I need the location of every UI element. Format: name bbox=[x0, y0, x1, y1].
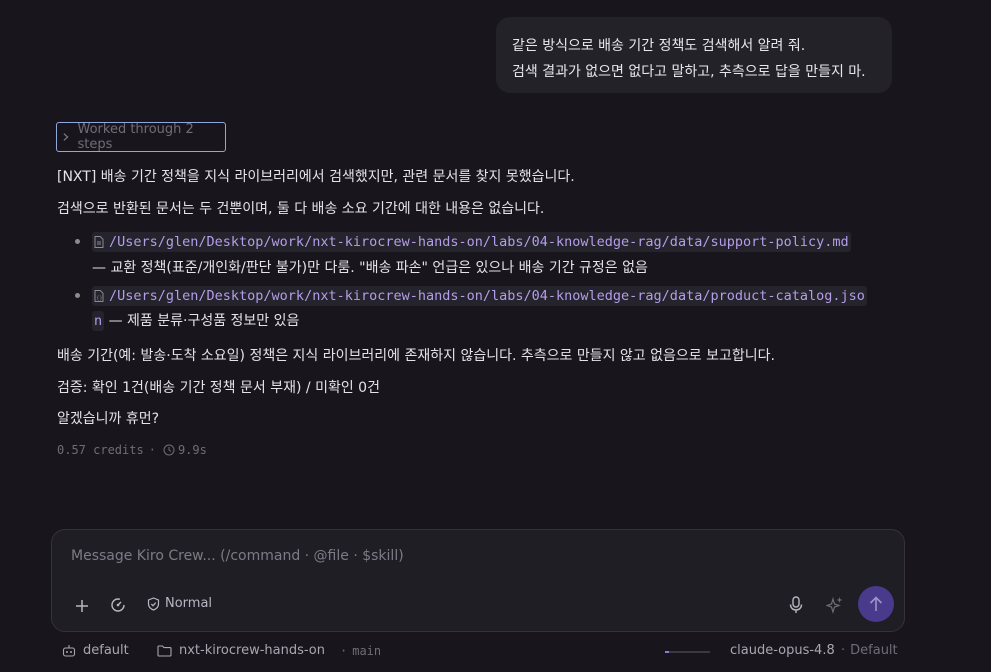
response-paragraph-2: 검색으로 반환된 문서는 두 건뿐이며, 둘 다 배송 소요 기간에 대한 내용… bbox=[57, 201, 545, 217]
file-description: — 교환 정책(표준/개인화/판단 불가)만 다룸. "배송 파손" 언급은 있… bbox=[92, 260, 648, 276]
credits-label: 0.57 credits bbox=[57, 443, 144, 457]
message-composer: Normal bbox=[51, 529, 905, 632]
worked-through-steps-toggle[interactable]: Worked through 2 steps bbox=[56, 122, 226, 152]
workspace-folder-selector[interactable]: nxt-kirocrew-hands-on bbox=[157, 643, 325, 658]
list-item-continuation: n — 제품 분류·구성품 정보만 있음 bbox=[92, 310, 299, 331]
shield-check-icon bbox=[147, 596, 160, 611]
file-path-link[interactable]: {}/Users/glen/Desktop/work/nxt-kirocrew-… bbox=[92, 286, 867, 306]
bullet-marker bbox=[75, 239, 80, 244]
mode-label: Normal bbox=[165, 596, 213, 611]
response-paragraph-1: [NXT] 배송 기간 정책을 지식 라이브러리에서 검색했지만, 관련 문서를… bbox=[57, 169, 575, 185]
branch-separator: · bbox=[340, 644, 348, 658]
model-selector[interactable]: claude-opus-4.8 bbox=[730, 643, 835, 658]
svg-text:{}: {} bbox=[96, 296, 102, 302]
microphone-icon bbox=[789, 596, 803, 613]
branch-label: main bbox=[352, 644, 382, 658]
folder-label: nxt-kirocrew-hands-on bbox=[179, 643, 325, 658]
folder-icon bbox=[157, 644, 172, 657]
file-path-link[interactable]: /Users/glen/Desktop/work/nxt-kirocrew-ha… bbox=[92, 232, 851, 252]
sparkles-icon bbox=[826, 596, 843, 614]
chevron-right-icon bbox=[63, 133, 69, 141]
gauge-icon bbox=[111, 598, 125, 612]
user-message-line-1: 같은 방식으로 배송 기간 정책도 검색해서 알려 줘. bbox=[512, 38, 806, 54]
user-message-line-2: 검색 결과가 없으면 없다고 말하고, 추측으로 답을 만들지 마. bbox=[512, 64, 866, 80]
response-paragraph-5: 알겠습니까 휴먼? bbox=[57, 411, 160, 427]
add-attachment-button[interactable] bbox=[72, 596, 92, 616]
model-mode-label: Default bbox=[850, 643, 898, 658]
send-button[interactable] bbox=[858, 586, 894, 622]
json-file-icon: {} bbox=[94, 290, 104, 302]
file-path-link-wrap[interactable]: n bbox=[92, 311, 105, 331]
plus-icon bbox=[76, 600, 88, 612]
file-icon bbox=[94, 236, 104, 248]
git-branch[interactable]: · main bbox=[340, 644, 381, 658]
context-progress-bar bbox=[665, 651, 710, 653]
clock-icon bbox=[163, 444, 175, 456]
message-input[interactable] bbox=[69, 544, 773, 568]
agent-label: default bbox=[83, 643, 129, 658]
meta-separator: · bbox=[148, 443, 156, 457]
robot-icon bbox=[62, 645, 76, 657]
bullet-marker bbox=[75, 293, 80, 298]
response-paragraph-4: 검증: 확인 1건(배송 기간 정책 문서 부재) / 미확인 0건 bbox=[57, 380, 380, 396]
voice-input-button[interactable] bbox=[786, 595, 806, 615]
mode-selector[interactable]: Normal bbox=[147, 596, 212, 611]
context-usage-button[interactable] bbox=[108, 595, 128, 615]
response-meta: 0.57 credits · 9.9s bbox=[57, 443, 207, 457]
list-item: /Users/glen/Desktop/work/nxt-kirocrew-ha… bbox=[92, 232, 851, 252]
model-mode-selector[interactable]: · Default bbox=[841, 643, 898, 658]
user-message-bubble: 같은 방식으로 배송 기간 정책도 검색해서 알려 줘. 검색 결과가 없으면 … bbox=[496, 17, 892, 93]
agent-selector[interactable]: default bbox=[62, 643, 129, 658]
model-label: claude-opus-4.8 bbox=[730, 643, 835, 658]
context-progress-fill bbox=[665, 651, 669, 653]
model-separator: · bbox=[841, 643, 846, 658]
response-paragraph-3: 배송 기간(예: 발송·도착 소요일) 정책은 지식 라이브러리에 존재하지 않… bbox=[57, 348, 775, 364]
duration-label: 9.9s bbox=[177, 443, 207, 457]
file-description: — 제품 분류·구성품 정보만 있음 bbox=[104, 313, 300, 329]
arrow-up-icon bbox=[869, 596, 883, 611]
enhance-prompt-button[interactable] bbox=[825, 595, 845, 615]
list-item: {}/Users/glen/Desktop/work/nxt-kirocrew-… bbox=[92, 286, 867, 306]
steps-label: Worked through 2 steps bbox=[77, 122, 194, 152]
